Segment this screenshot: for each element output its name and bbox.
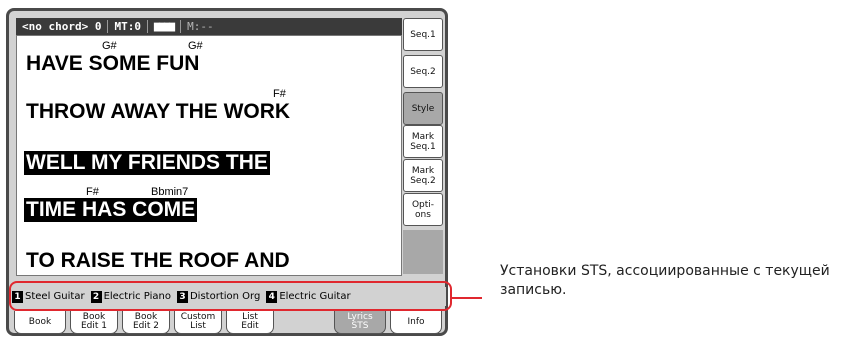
tab-book-edit-1[interactable]: Book Edit 1 (70, 311, 118, 334)
chord-label: F# (86, 186, 99, 198)
master-transpose: MT:0 (114, 20, 141, 33)
side-column-fill (403, 230, 443, 274)
sts-highlight-frame (9, 281, 452, 311)
lyric-text: TO RAISE THE ROOF AND (26, 249, 290, 272)
tab-list-edit[interactable]: List Edit (226, 311, 274, 334)
seq2-button[interactable]: Seq.2 (403, 55, 443, 88)
options-button[interactable]: Opti- ons (403, 193, 443, 226)
callout-text: Установки STS, ассоциированные с текущей… (500, 263, 830, 298)
tab-book-edit-2[interactable]: Book Edit 2 (122, 311, 170, 334)
chord-label: Bbmin7 (151, 186, 189, 198)
lyric-text-highlighted: TIME HAS COME (24, 198, 198, 222)
tab-bar: Book Book Edit 1 Book Edit 2 Custom List… (12, 311, 446, 335)
tab-custom-list[interactable]: Custom List (174, 311, 222, 334)
tab-info[interactable]: Info (390, 311, 442, 334)
callout-connector (452, 297, 482, 299)
lyric-text-highlighted: WELL MY FRIENDS THE (24, 151, 270, 175)
tab-book[interactable]: Book (14, 311, 66, 334)
lyric-text: HAVE SOME FUN (26, 52, 200, 75)
lyric-text: THROW AWAY THE WORK (26, 100, 291, 123)
tab-lyrics-sts[interactable]: Lyrics STS (334, 311, 386, 334)
chord-label: G# (188, 40, 203, 52)
mark-seq1-button[interactable]: Mark Seq.1 (403, 125, 443, 158)
chord-display: <no chord> 0 (22, 20, 102, 33)
chord-label: F# (273, 88, 286, 100)
seq1-button[interactable]: Seq.1 (403, 18, 443, 51)
chord-label: G# (102, 40, 117, 52)
measure-display: M:-- (187, 20, 214, 33)
lyrics-area: G# G# HAVE SOME FUN F# THROW AWAY THE WO… (16, 35, 402, 276)
status-bar: <no chord> 0 MT:0 ▆▆▆▆ M:-- (16, 18, 402, 35)
mark-seq2-button[interactable]: Mark Seq.2 (403, 159, 443, 192)
meter-indicator: ▆▆▆▆ (153, 21, 175, 32)
style-button[interactable]: Style (403, 92, 443, 125)
